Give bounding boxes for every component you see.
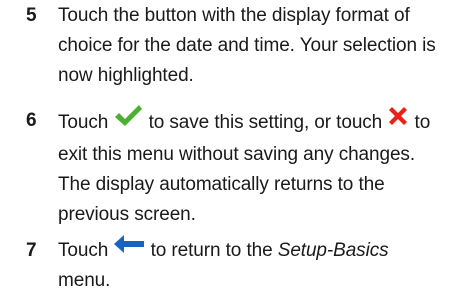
step-text-part: to save this setting, or touch: [148, 112, 383, 134]
step-number: 5: [26, 5, 37, 26]
step-text: Touch the button with the display format…: [58, 5, 436, 86]
checkmark-icon: [113, 104, 143, 138]
step-number: 7: [26, 240, 37, 261]
step-text-part: to return to the: [150, 240, 273, 262]
step-text-part: Touch: [58, 112, 109, 134]
step-text-part: menu.: [58, 270, 111, 292]
step-number: 6: [26, 110, 37, 131]
cross-icon: [387, 105, 409, 137]
back-arrow-icon: [113, 234, 145, 264]
menu-name: Setup-Basics: [277, 240, 389, 262]
step-text: Touch to save this setting, or touch to …: [58, 104, 438, 230]
step-text: Touch to return to the Setup-Basics menu…: [58, 234, 438, 296]
step-text-part: Touch: [58, 240, 109, 262]
